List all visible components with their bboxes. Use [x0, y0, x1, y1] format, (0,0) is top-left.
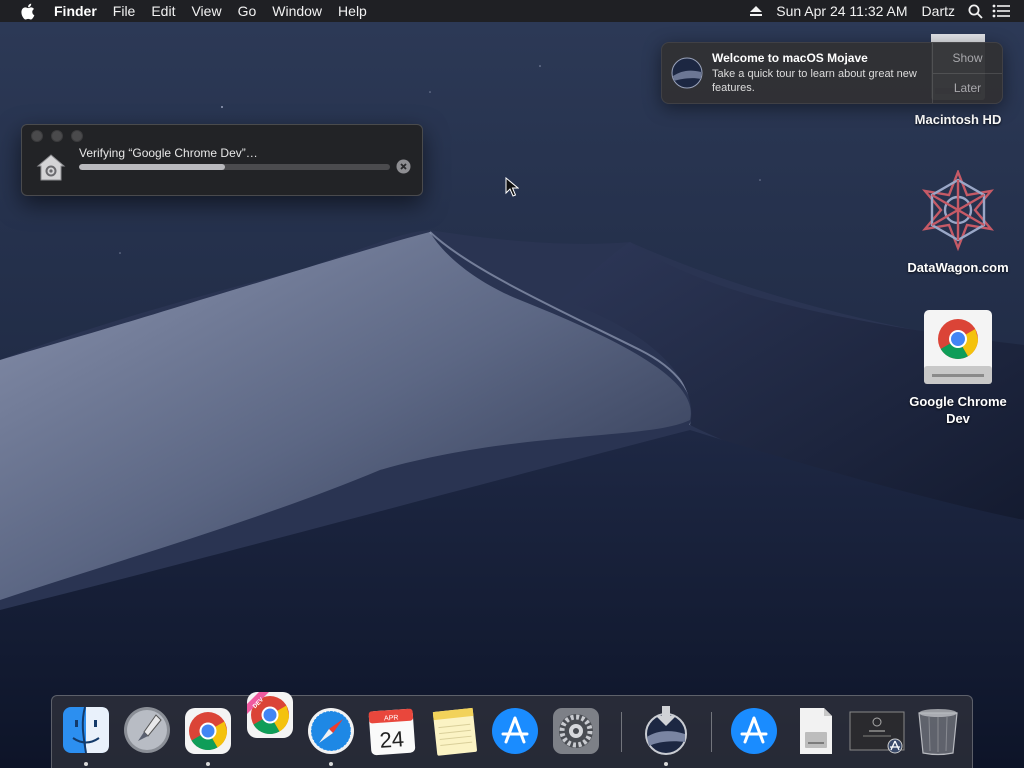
welcome-notification[interactable]: Welcome to macOS Mojave Take a quick tou…: [661, 42, 1003, 104]
app-store-dock-icon[interactable]: [490, 704, 540, 756]
apple-menu-icon[interactable]: [20, 2, 38, 20]
launchpad-dock-icon[interactable]: [122, 704, 172, 756]
spotlight-search-icon[interactable]: [962, 0, 988, 22]
desktop-wallpaper: [0, 0, 1024, 768]
eject-icon[interactable]: [743, 0, 769, 22]
google-chrome-dock-icon[interactable]: [183, 704, 233, 756]
verify-progress-bar: [79, 164, 390, 170]
calendar-day: 24: [379, 726, 405, 753]
menu-bar: Finder File Edit View Go Window Help Sun…: [0, 0, 1024, 22]
desktop-icon-label: Google Chrome Dev: [909, 394, 1007, 426]
mojave-installer-dock-icon[interactable]: [641, 704, 691, 756]
notification-text: Take a quick tour to learn about great n…: [712, 68, 917, 94]
chrome-disk-image-icon: [924, 310, 992, 384]
core-services-house-icon: [36, 154, 66, 181]
dock-separator: [621, 712, 622, 752]
mouse-pointer-icon: [505, 177, 519, 197]
window-minimize-button[interactable]: [51, 130, 63, 142]
window-zoom-button[interactable]: [71, 130, 83, 142]
menubar-clock[interactable]: Sun Apr 24 11:32 AM: [769, 0, 914, 22]
menu-view[interactable]: View: [183, 0, 229, 22]
notification-later-button[interactable]: Later: [933, 72, 1002, 104]
mojave-dune-icon: [662, 43, 712, 103]
dock: DEV APR 24: [51, 692, 973, 768]
finder-dock-icon[interactable]: [61, 704, 111, 756]
notification-title: Welcome to macOS Mojave: [712, 51, 868, 65]
calendar-dock-icon[interactable]: APR 24: [367, 704, 417, 756]
safari-dock-icon[interactable]: [306, 704, 356, 756]
menubar-user[interactable]: Dartz: [915, 0, 962, 22]
notification-center-icon[interactable]: [988, 0, 1014, 22]
dock-separator: [711, 712, 712, 752]
menu-help[interactable]: Help: [330, 0, 375, 22]
menu-file[interactable]: File: [105, 0, 144, 22]
verify-progress-window[interactable]: Verifying “Google Chrome Dev”…: [21, 124, 423, 196]
menu-window[interactable]: Window: [264, 0, 330, 22]
running-indicator: [206, 762, 210, 766]
menu-edit[interactable]: Edit: [143, 0, 183, 22]
system-preferences-dock-icon[interactable]: [551, 704, 601, 756]
desktop-icon-label: DataWagon.com: [907, 260, 1009, 275]
window-close-button[interactable]: [31, 130, 43, 142]
calendar-month: APR: [384, 715, 399, 723]
notes-dock-icon[interactable]: [429, 704, 479, 756]
running-indicator: [329, 762, 333, 766]
desktop-icon-google-chrome-dev[interactable]: Google Chrome Dev: [903, 308, 1013, 427]
verify-status-text: Verifying “Google Chrome Dev”…: [79, 146, 258, 160]
menu-go[interactable]: Go: [230, 0, 265, 22]
running-indicator: [84, 762, 88, 766]
cancel-icon[interactable]: [396, 159, 411, 174]
screenshot-thumbnail-dock-icon[interactable]: [849, 704, 905, 756]
document-file-dock-icon[interactable]: [790, 704, 840, 756]
menu-app-finder[interactable]: Finder: [50, 0, 105, 22]
notification-show-button[interactable]: Show: [933, 43, 1002, 73]
desktop-icon-datawagon[interactable]: DataWagon.com: [903, 168, 1013, 276]
verify-progress-fill: [79, 164, 226, 170]
desktop-icon-label: Macintosh HD: [914, 112, 1002, 127]
google-chrome-dev-dock-icon[interactable]: DEV: [245, 690, 295, 742]
running-indicator: [664, 762, 668, 766]
datawagon-logo-icon: [921, 168, 995, 252]
app-store-download-dock-icon[interactable]: [729, 704, 779, 756]
trash-dock-icon[interactable]: [913, 704, 963, 756]
